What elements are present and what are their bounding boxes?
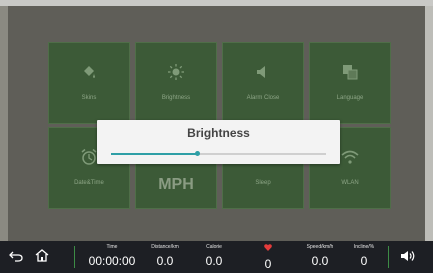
stat-label: Calorie bbox=[206, 244, 222, 250]
stat-value: 0 bbox=[360, 254, 368, 268]
tile-label: WLAN bbox=[341, 180, 359, 186]
tile-skins[interactable]: Skins bbox=[48, 42, 130, 124]
heart-icon bbox=[254, 244, 282, 254]
speaker-icon bbox=[223, 61, 303, 83]
back-icon bbox=[9, 249, 23, 267]
brightness-dialog: Brightness bbox=[97, 120, 340, 164]
stat-label: Distance/km bbox=[151, 244, 179, 250]
tile-label: Date&Time bbox=[74, 180, 104, 186]
right-edge bbox=[425, 6, 433, 241]
stat-value: 0.0 bbox=[205, 254, 223, 268]
stat-distance: Distance/km 0.0 bbox=[143, 244, 187, 269]
tile-label: Alarm Close bbox=[246, 95, 280, 101]
volume-icon bbox=[400, 249, 416, 267]
volume-button[interactable] bbox=[400, 250, 416, 266]
tile-label: Brightness bbox=[161, 95, 191, 101]
tile-label: Sleep bbox=[255, 180, 271, 186]
home-button[interactable] bbox=[34, 249, 50, 267]
dialog-title: Brightness bbox=[187, 126, 250, 140]
tile-language[interactable]: Language bbox=[309, 42, 391, 124]
brightness-slider[interactable] bbox=[111, 151, 326, 156]
stat-value: 0.0 bbox=[156, 254, 174, 268]
divider bbox=[388, 246, 389, 268]
stat-incline: Incline/% 0 bbox=[346, 244, 382, 269]
tile-alarm-close[interactable]: Alarm Close bbox=[222, 42, 304, 124]
stat-value: 00:00:00 bbox=[88, 254, 136, 268]
stat-heart-rate: 0 bbox=[254, 244, 282, 272]
stat-label: Incline/% bbox=[353, 244, 375, 250]
treadmill-screen: Skins Brightness Alarm Close Language Da… bbox=[0, 0, 433, 273]
stat-value: 0 bbox=[264, 257, 272, 271]
divider bbox=[74, 246, 75, 268]
stat-label: Speed/km/h bbox=[306, 244, 334, 250]
tile-brightness[interactable]: Brightness bbox=[135, 42, 217, 124]
stat-value: 0.0 bbox=[311, 254, 329, 268]
tile-label: Language bbox=[336, 95, 364, 101]
stat-label: Time bbox=[106, 244, 118, 250]
stat-time: Time 00:00:00 bbox=[82, 244, 142, 269]
mph-label: MPH bbox=[158, 176, 194, 193]
slider-fill bbox=[111, 153, 197, 155]
slider-thumb[interactable] bbox=[195, 151, 200, 156]
tile-label: Skins bbox=[81, 95, 97, 101]
stat-calorie: Calorie 0.0 bbox=[196, 244, 232, 269]
paint-bucket-icon bbox=[49, 61, 129, 83]
bottom-status-bar: Time 00:00:00 Distance/km 0.0 Calorie 0.… bbox=[0, 241, 433, 273]
stat-speed: Speed/km/h 0.0 bbox=[299, 244, 341, 269]
brightness-icon bbox=[136, 61, 216, 83]
back-button[interactable] bbox=[8, 250, 24, 266]
left-edge bbox=[0, 6, 8, 241]
language-icon bbox=[310, 61, 390, 83]
home-icon bbox=[35, 249, 49, 267]
